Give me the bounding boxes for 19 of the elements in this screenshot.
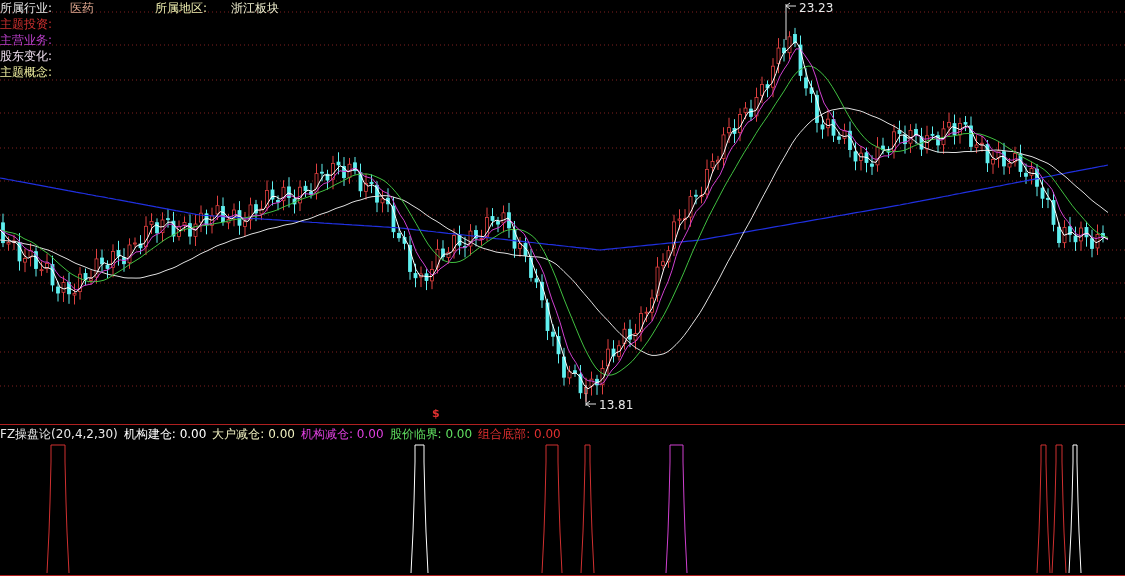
indicator-reading: 大户减仓: 0.00 bbox=[212, 425, 295, 442]
info-label: 主营业务: bbox=[0, 32, 53, 48]
indicator-reading: 机构建仓: 0.00 bbox=[123, 425, 207, 442]
info-label: 所属地区: bbox=[155, 0, 208, 16]
high-price-pointer-icon bbox=[785, 2, 797, 41]
info-value: 浙江板块 bbox=[231, 0, 280, 16]
indicator-reading: 组合底部: 0.00 bbox=[478, 425, 561, 442]
low-price-label: 13.81 bbox=[599, 397, 634, 413]
info-label: 主题概念: bbox=[0, 64, 53, 80]
info-label: 股东变化: bbox=[0, 48, 53, 64]
info-label: 主题投资: bbox=[0, 16, 53, 32]
indicator-title: FZ操盘论(20,4,2,30) bbox=[0, 425, 118, 442]
low-price-pointer-icon bbox=[585, 384, 597, 408]
high-price-label: 23.23 bbox=[799, 0, 834, 16]
signal-mark: $ bbox=[432, 406, 440, 422]
info-value: 医药 bbox=[70, 0, 95, 16]
indicator-reading: 股价临界: 0.00 bbox=[389, 425, 473, 442]
indicator-reading: 机构减仓: 0.00 bbox=[300, 425, 384, 442]
info-label: 所属行业: bbox=[0, 0, 53, 16]
